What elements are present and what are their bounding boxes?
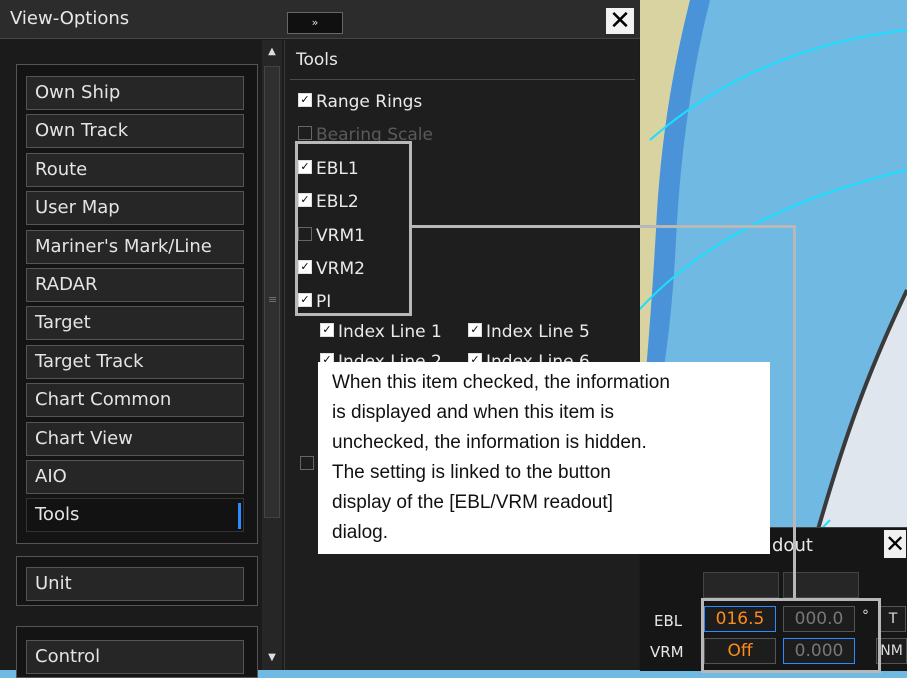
nav-item-tools[interactable]: Tools (26, 498, 244, 533)
ebl-label: EBL (654, 612, 683, 630)
checkbox-label: Index Line 5 (486, 322, 590, 342)
checkbox-label: Range Rings (316, 92, 423, 112)
scroll-thumb[interactable]: ≡ (264, 66, 280, 518)
nav-item-user-map[interactable]: User Map (26, 191, 244, 226)
checkbox-index-line-1[interactable]: ✓ Index Line 1 (320, 322, 442, 342)
nav-item-target[interactable]: Target (26, 306, 244, 341)
callout-line: When this item checked, the information (332, 372, 670, 393)
checkbox-unchecked-icon (298, 126, 312, 140)
callout-line: dialog. (332, 522, 388, 543)
checkbox-range-rings[interactable]: ✓ Range Rings (298, 92, 422, 112)
title-bar: View-Options » ✕ (0, 0, 640, 39)
nav-item-chart-common[interactable]: Chart Common (26, 383, 244, 418)
nav-item-own-ship[interactable]: Own Ship (26, 76, 244, 110)
vrm-label: VRM (650, 643, 684, 661)
highlight-box-checkboxes (295, 141, 412, 316)
callout-line: display of the [EBL/VRM readout] (332, 492, 613, 513)
checkbox-checked-icon: ✓ (320, 323, 334, 337)
active-indicator (238, 503, 241, 530)
nav-item-chart-view[interactable]: Chart View (26, 421, 244, 456)
scroll-down-arrow-icon[interactable]: ▼ (262, 646, 282, 670)
connector-line (412, 225, 796, 228)
section-title: Tools (296, 50, 338, 70)
nav-item-aio[interactable]: AIO (26, 460, 244, 494)
checkbox-checked-icon: ✓ (298, 93, 312, 107)
grip-icon: ≡ (268, 293, 278, 306)
nav-item-target-track[interactable]: Target Track (26, 344, 244, 379)
explanation-callout: When this item checked, the information … (318, 362, 770, 554)
connector-line (793, 225, 796, 599)
readout-close-button[interactable]: ✕ (884, 530, 906, 558)
callout-line: unchecked, the information is hidden. (332, 432, 647, 453)
section-divider (290, 79, 635, 80)
window-title: View-Options (10, 8, 130, 29)
nav-item-route[interactable]: Route (26, 152, 244, 187)
close-button[interactable]: ✕ (606, 8, 634, 34)
checkbox-checked-icon: ✓ (468, 323, 482, 337)
callout-line: The setting is linked to the button (332, 462, 611, 483)
checkbox-label: Index Line 1 (338, 322, 442, 342)
scroll-up-arrow-icon[interactable]: ▲ (262, 40, 282, 64)
readout-button-1[interactable] (703, 572, 779, 598)
nav-item-control[interactable]: Control (26, 640, 244, 674)
view-options-panel: View-Options » ✕ Own Ship Own Track Route U… (0, 0, 640, 678)
checkbox-index-line-5[interactable]: ✓ Index Line 5 (468, 322, 590, 342)
nav-item-mariner-s-mark-line[interactable]: Mariner's Mark/Line (26, 229, 244, 264)
collapse-button[interactable]: » (287, 12, 343, 34)
nav-item-own-track[interactable]: Own Track (26, 114, 244, 149)
highlight-box-readout-values (701, 598, 881, 673)
nav-item-unit[interactable]: Unit (26, 567, 244, 601)
callout-line: is displayed and when this item is (332, 402, 614, 423)
nav-item-radar[interactable]: RADAR (26, 268, 244, 302)
true-bearing-button[interactable]: T (880, 606, 906, 632)
nav-scrollbar[interactable]: ▲ ≡ ▼ (262, 40, 282, 670)
checkbox-unchecked-icon[interactable] (300, 456, 314, 470)
